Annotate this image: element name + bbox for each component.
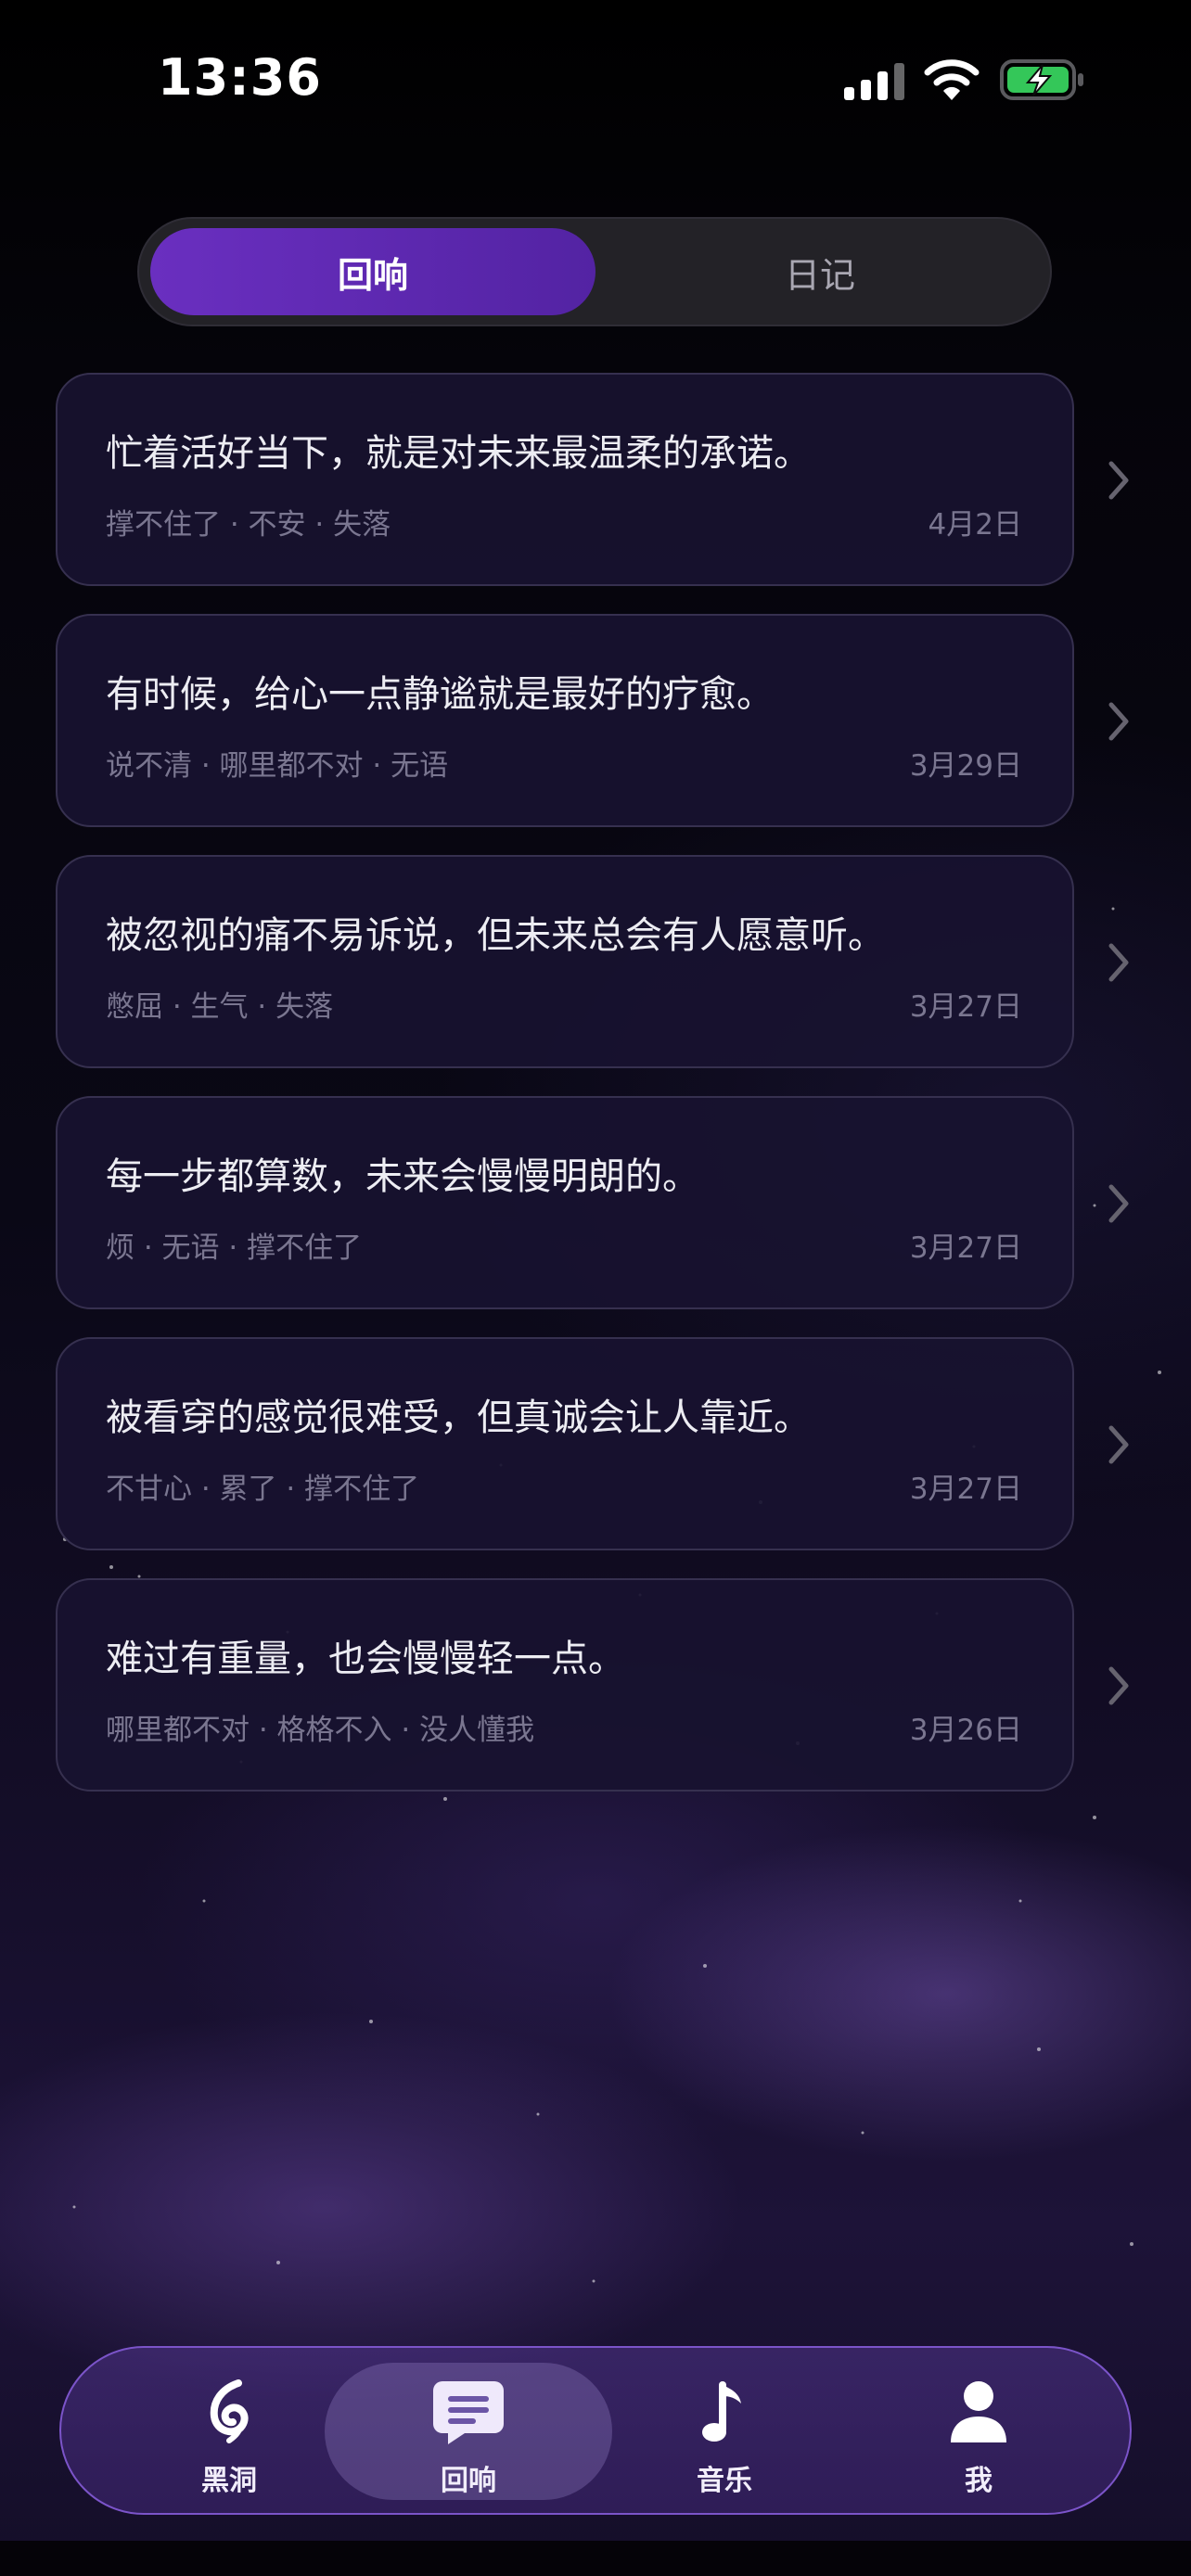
- echo-tags: 憋屈 · 生气 · 失落: [106, 990, 334, 1024]
- bottom-tab-bar: 黑洞 回响 音乐 我: [59, 2346, 1132, 2515]
- echo-quote: 有时候，给心一点静谧就是最好的疗愈。: [106, 673, 774, 716]
- echo-card[interactable]: 忙着活好当下，就是对未来最温柔的承诺。 撑不住了 · 不安 · 失落 4月2日: [56, 373, 1074, 586]
- echo-tags: 哪里都不对 · 格格不入 · 没人懂我: [106, 1714, 535, 1747]
- echo-card[interactable]: 被忽视的痛不易诉说，但未来总会有人愿意听。 憋屈 · 生气 · 失落 3月27日: [56, 855, 1074, 1068]
- echo-date: 3月27日: [909, 990, 1022, 1024]
- status-time: 13:36: [158, 48, 322, 107]
- music-note-icon: [702, 2381, 741, 2442]
- echo-tags: 说不清 · 哪里都不对 · 无语: [106, 749, 449, 783]
- segment-tab-echo[interactable]: 回响: [150, 228, 596, 315]
- echo-date: 4月2日: [928, 508, 1022, 542]
- echo-quote: 忙着活好当下，就是对未来最温柔的承诺。: [106, 432, 811, 475]
- tab-label: 我: [965, 2465, 992, 2497]
- echo-card[interactable]: 每一步都算数，未来会慢慢明朗的。 烦 · 无语 · 撑不住了 3月27日: [56, 1096, 1074, 1309]
- segment-control: 回响 日记: [137, 217, 1052, 326]
- echo-card[interactable]: 被看穿的感觉很难受，但真诚会让人靠近。 不甘心 · 累了 · 撑不住了 3月27…: [56, 1337, 1074, 1550]
- echo-quote: 每一步都算数，未来会慢慢明朗的。: [106, 1155, 699, 1198]
- echo-date: 3月27日: [909, 1231, 1022, 1265]
- segment-tab-diary[interactable]: 日记: [597, 228, 1043, 315]
- battery-charging-icon: [1000, 59, 1083, 100]
- tab-label: 音乐: [697, 2465, 752, 2497]
- status-bar: 13:36: [0, 0, 1191, 158]
- chevron-right-icon[interactable]: [1106, 1183, 1132, 1224]
- tab-label: 回响: [441, 2465, 496, 2497]
- chevron-right-icon[interactable]: [1106, 701, 1132, 742]
- chevron-right-icon[interactable]: [1106, 1665, 1132, 1706]
- cellular-signal-icon: [844, 63, 904, 100]
- chevron-right-icon[interactable]: [1106, 942, 1132, 983]
- echo-quote: 被看穿的感觉很难受，但真诚会让人靠近。: [106, 1396, 811, 1439]
- echo-date: 3月29日: [909, 749, 1022, 783]
- chat-bubble-icon: [433, 2381, 504, 2444]
- tab-music[interactable]: 音乐: [581, 2363, 868, 2500]
- tab-me[interactable]: 我: [835, 2363, 1122, 2500]
- echo-tags: 撑不住了 · 不安 · 失落: [106, 508, 391, 542]
- person-icon: [951, 2381, 1006, 2442]
- echo-card[interactable]: 难过有重量，也会慢慢轻一点。 哪里都不对 · 格格不入 · 没人懂我 3月26日: [56, 1578, 1074, 1792]
- echo-card[interactable]: 有时候，给心一点静谧就是最好的疗愈。 说不清 · 哪里都不对 · 无语 3月29…: [56, 614, 1074, 827]
- chevron-right-icon[interactable]: [1106, 1424, 1132, 1465]
- echo-date: 3月27日: [909, 1473, 1022, 1506]
- echo-tags: 烦 · 无语 · 撑不住了: [106, 1231, 363, 1265]
- tab-echo[interactable]: 回响: [325, 2363, 612, 2500]
- home-indicator-area: [0, 2541, 1191, 2576]
- echo-tags: 不甘心 · 累了 · 撑不住了: [106, 1473, 420, 1506]
- black-hole-icon: [210, 2379, 249, 2443]
- chevron-right-icon[interactable]: [1106, 460, 1132, 501]
- echo-quote: 被忽视的痛不易诉说，但未来总会有人愿意听。: [106, 914, 885, 957]
- echo-quote: 难过有重量，也会慢慢轻一点。: [106, 1638, 625, 1680]
- wifi-icon: [924, 59, 980, 100]
- echo-date: 3月26日: [909, 1714, 1022, 1747]
